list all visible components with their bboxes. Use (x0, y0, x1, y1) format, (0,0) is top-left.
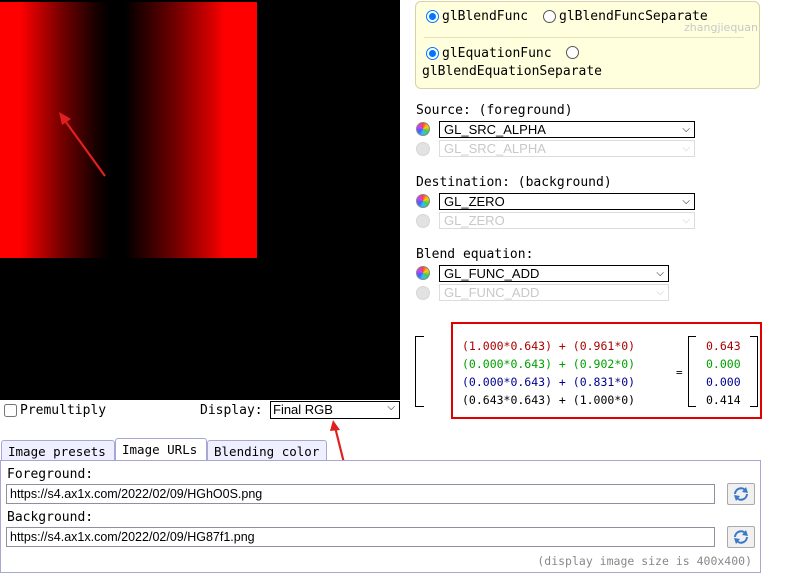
tab-image-urls[interactable]: Image URLs (115, 438, 207, 460)
color-wheel-icon[interactable] (416, 122, 430, 136)
source-select-value: GL_SRC_ALPHA (444, 122, 546, 137)
formula-red: (1.000*0.643) + (0.961*0) (462, 339, 636, 353)
result-red: 0.643 (706, 339, 741, 353)
radio-label: glBlendFunc (442, 9, 529, 24)
formula-green: (0.000*0.643) + (0.902*0) (462, 357, 636, 371)
source-alpha-value: GL_SRC_ALPHA (444, 141, 546, 156)
reload-icon (734, 487, 748, 501)
image-urls-panel: Foreground: https://s4.ax1x.com/2022/02/… (0, 460, 761, 573)
radio-glblendfunc[interactable]: glBlendFunc (426, 9, 528, 24)
color-wheel-icon-disabled (416, 286, 430, 300)
destination-alpha-select-disabled: GL_ZERO ⌵ (439, 212, 695, 229)
blend-equation-alpha-select-disabled: GL_FUNC_ADD ⌵ (439, 284, 669, 301)
premultiply-check[interactable] (4, 404, 17, 417)
tab-image-presets[interactable]: Image presets (1, 440, 115, 461)
color-wheel-icon[interactable] (416, 266, 430, 280)
chevron-down-icon: ⌵ (387, 402, 395, 413)
reload-background-button[interactable] (727, 526, 755, 548)
premultiply-checkbox[interactable]: Premultiply (4, 403, 106, 418)
display-size-note: (display image size is 400x400) (537, 554, 752, 568)
radio-glblendfuncseparate[interactable]: glBlendFuncSeparate (543, 9, 708, 24)
foreground-label: Foreground: (7, 467, 94, 482)
chevron-down-icon: ⌵ (656, 268, 664, 279)
destination-label: Destination: (background) (416, 175, 612, 190)
blend-equation-select[interactable]: GL_FUNC_ADD ⌵ (439, 265, 669, 282)
foreground-url-input[interactable]: https://s4.ax1x.com/2022/02/09/HGhO0S.pn… (6, 484, 715, 504)
result-green: 0.000 (706, 357, 741, 371)
destination-select[interactable]: GL_ZERO ⌵ (439, 193, 695, 210)
radio-label-glblendequationseparate: glBlendEquationSeparate (422, 64, 603, 79)
reload-foreground-button[interactable] (727, 483, 755, 505)
blend-equation-label: Blend equation: (416, 247, 534, 262)
formula-alpha: (0.643*0.643) + (1.000*0) (462, 393, 636, 407)
radio-glequationfunc[interactable]: glEquationFunc (426, 46, 552, 61)
result-alpha: 0.414 (706, 393, 741, 407)
chevron-down-icon: ⌵ (682, 124, 690, 135)
tab-blending-color[interactable]: Blending color (207, 440, 327, 461)
background-label: Background: (7, 510, 94, 525)
background-url-input[interactable]: https://s4.ax1x.com/2022/02/09/HG87f1.pn… (6, 527, 715, 547)
color-wheel-icon-disabled (416, 214, 430, 228)
chevron-down-icon: ⌵ (656, 287, 664, 298)
color-wheel-icon-disabled (416, 142, 430, 156)
source-label: Source: (foreground) (416, 103, 573, 118)
display-label: Display: (200, 403, 263, 418)
radio-icon[interactable] (566, 46, 579, 59)
display-select[interactable]: Final RGB ⌵ (270, 401, 400, 419)
result-blue: 0.000 (706, 375, 741, 389)
divider (424, 37, 744, 38)
reload-icon (734, 530, 748, 544)
blend-equation-alpha-value: GL_FUNC_ADD (444, 285, 540, 300)
blend-preview-canvas (0, 0, 400, 400)
radio-glblendequationseparate[interactable] (566, 46, 582, 59)
blend-equation-value: GL_FUNC_ADD (444, 266, 540, 281)
radio-selected-icon[interactable] (426, 47, 439, 60)
chevron-down-icon: ⌵ (682, 215, 690, 226)
watermark: zhangjiequan (684, 21, 758, 34)
destination-alpha-value: GL_ZERO (444, 213, 505, 228)
radio-selected-icon[interactable] (426, 10, 439, 23)
chevron-down-icon: ⌵ (682, 196, 690, 207)
blended-image (0, 2, 257, 258)
source-alpha-select-disabled: GL_SRC_ALPHA ⌵ (439, 140, 695, 157)
radio-label: glEquationFunc (442, 46, 552, 61)
premultiply-label: Premultiply (20, 403, 107, 418)
display-select-value: Final RGB (273, 402, 333, 417)
radio-icon[interactable] (543, 10, 556, 23)
chevron-down-icon: ⌵ (682, 143, 690, 154)
color-wheel-icon[interactable] (416, 194, 430, 208)
source-select[interactable]: GL_SRC_ALPHA ⌵ (439, 121, 695, 138)
left-bracket (415, 336, 424, 407)
formula-blue: (0.000*0.643) + (0.831*0) (462, 375, 636, 389)
equals-sign: = (676, 366, 683, 379)
destination-select-value: GL_ZERO (444, 194, 505, 209)
